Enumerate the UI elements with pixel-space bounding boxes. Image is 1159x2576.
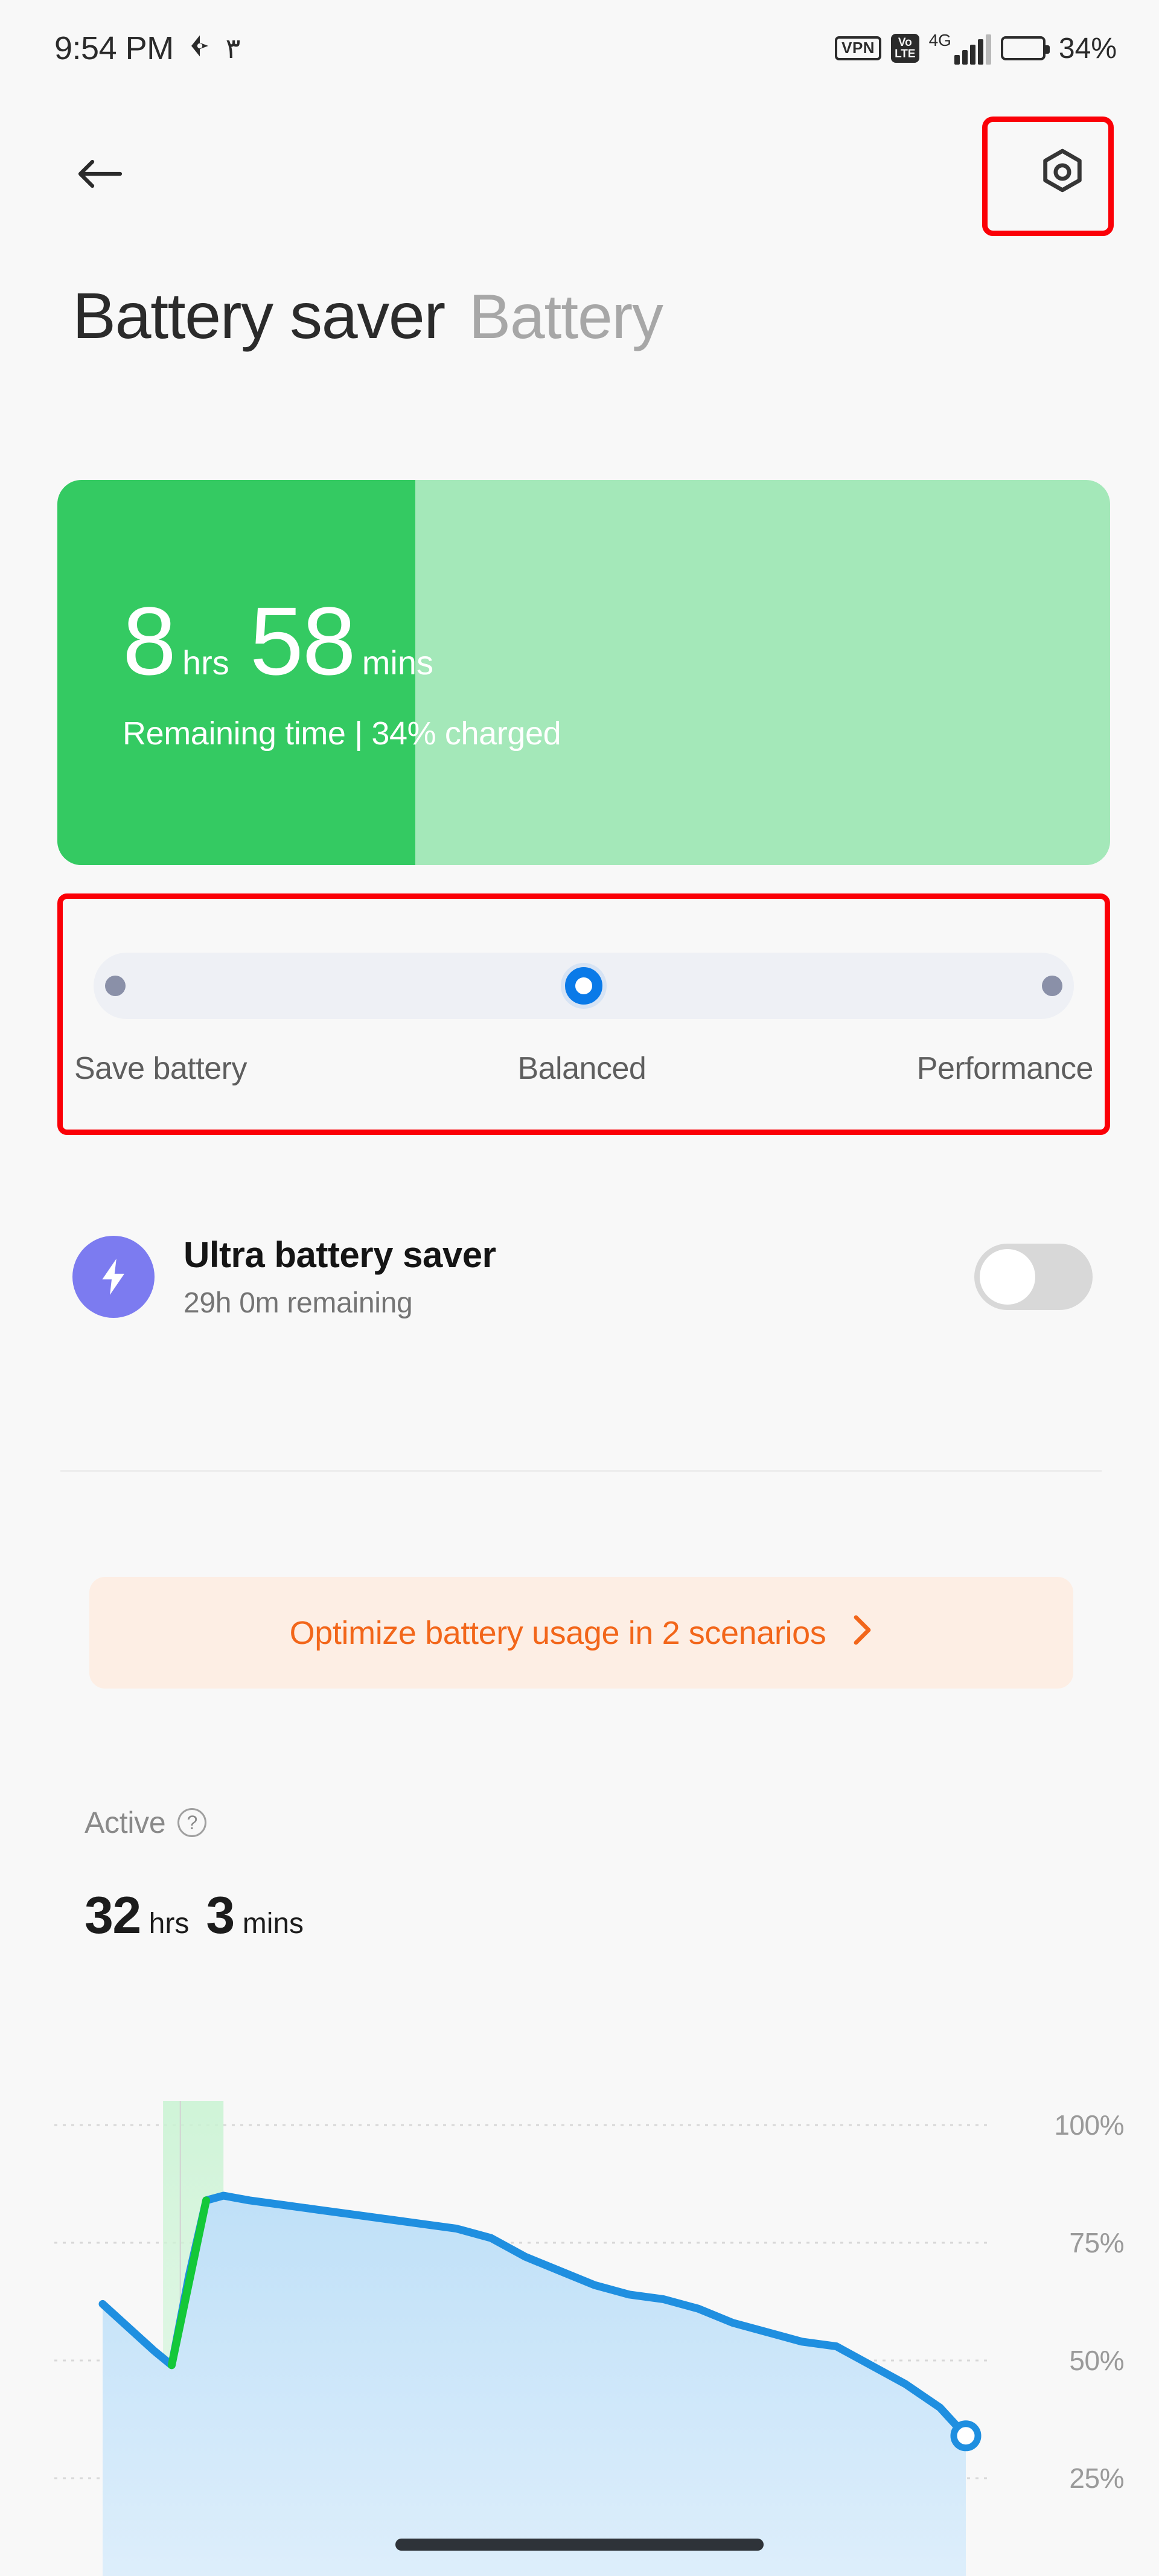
active-section-header: Active ? (85, 1805, 207, 1840)
tab-battery[interactable]: Battery (469, 281, 663, 353)
signal-icon: 4G (929, 32, 991, 65)
power-mode-labels: Save battery Balanced Performance (57, 1050, 1110, 1087)
chart-tick-label-100: 100% (1054, 2109, 1124, 2141)
active-minutes-unit: mins (242, 1908, 304, 1940)
lightning-bolt-icon (72, 1236, 155, 1318)
page-tabs: Battery saver Battery (72, 278, 663, 353)
signal-bars-icon (954, 34, 991, 65)
optimize-battery-usage-banner[interactable]: Optimize battery usage in 2 scenarios (89, 1577, 1073, 1689)
battery-saver-screen: 9:54 PM ٣ VPN Vo LTE 4G 34% Battery save… (0, 0, 1159, 2576)
remaining-minutes-unit: mins (362, 644, 433, 682)
power-mode-track[interactable] (94, 953, 1074, 1019)
ultra-battery-saver-toggle[interactable] (974, 1244, 1093, 1310)
active-label: Active (85, 1806, 166, 1839)
remaining-time-value: 8 hrs 58 mins (123, 593, 1110, 689)
chart-tick-label-75: 75% (1069, 2227, 1124, 2258)
settings-gear-icon (1036, 146, 1088, 201)
ultra-battery-saver-text: Ultra battery saver 29h 0m remaining (184, 1234, 974, 1320)
power-mode-label-performance[interactable]: Performance (917, 1050, 1094, 1087)
chevron-right-icon (852, 1614, 873, 1652)
remaining-hours-unit: hrs (182, 644, 229, 682)
power-mode-dot-balanced[interactable] (565, 967, 602, 1005)
power-mode-dot-performance[interactable] (1042, 976, 1062, 996)
volte-bottom: LTE (895, 48, 916, 60)
toggle-knob (980, 1249, 1035, 1305)
active-minutes: 3 (206, 1887, 235, 1945)
remaining-minutes: 58 (249, 587, 356, 695)
ultra-battery-saver-title: Ultra battery saver (184, 1235, 496, 1275)
status-bar-left: 9:54 PM ٣ (54, 30, 240, 67)
location-sharing-icon (187, 33, 212, 63)
chart-tick-label-25: 25% (1069, 2463, 1124, 2494)
tab-battery-saver[interactable]: Battery saver (72, 278, 445, 353)
section-divider (60, 1470, 1102, 1472)
settings-button[interactable] (1026, 137, 1099, 209)
back-button[interactable] (66, 142, 133, 208)
ultra-battery-saver-row[interactable]: Ultra battery saver 29h 0m remaining (72, 1198, 1093, 1355)
remaining-hours: 8 (123, 587, 176, 695)
status-bar: 9:54 PM ٣ VPN Vo LTE 4G 34% (0, 0, 1159, 97)
network-type-label: 4G (928, 31, 951, 50)
battery-icon (1000, 36, 1050, 60)
battery-history-plot (54, 2101, 990, 2576)
active-duration: 32 hrs 3 mins (85, 1890, 304, 1942)
vpn-icon: VPN (835, 36, 882, 60)
home-indicator-bar[interactable] (395, 2539, 764, 2551)
status-clock: 9:54 PM (54, 30, 174, 66)
remaining-time-subtitle: Remaining time | 34% charged (123, 715, 561, 752)
status-bar-right: VPN Vo LTE 4G 34% (835, 32, 1117, 65)
volte-top: Vo (898, 36, 912, 49)
status-arabic-numeral: ٣ (225, 33, 241, 64)
battery-percent-label: 34% (1058, 32, 1117, 65)
power-mode-label-balanced[interactable]: Balanced (517, 1050, 646, 1087)
ultra-battery-saver-subtitle: 29h 0m remaining (184, 1287, 413, 1319)
power-mode-label-save-battery[interactable]: Save battery (74, 1050, 247, 1087)
chart-area-fill (103, 2196, 966, 2576)
volte-icon: Vo LTE (891, 34, 919, 63)
chart-end-marker (950, 2420, 982, 2452)
help-circle-icon[interactable]: ? (177, 1808, 207, 1837)
remaining-time-card: 8 hrs 58 mins Remaining time | 34% charg… (57, 480, 1110, 865)
power-mode-selector[interactable]: Save battery Balanced Performance (57, 893, 1110, 1135)
active-hours: 32 (85, 1887, 141, 1945)
active-hours-unit: hrs (148, 1908, 190, 1940)
remaining-time-card-content: 8 hrs 58 mins Remaining time | 34% charg… (123, 480, 1110, 865)
battery-history-chart: 100% 75% 50% 25% (0, 2053, 1159, 2576)
power-mode-dot-save-battery[interactable] (105, 976, 126, 996)
optimize-banner-label: Optimize battery usage in 2 scenarios (289, 1614, 826, 1651)
back-arrow-icon (77, 158, 123, 193)
navigation-row (0, 118, 1159, 238)
chart-tick-label-50: 50% (1069, 2345, 1124, 2376)
